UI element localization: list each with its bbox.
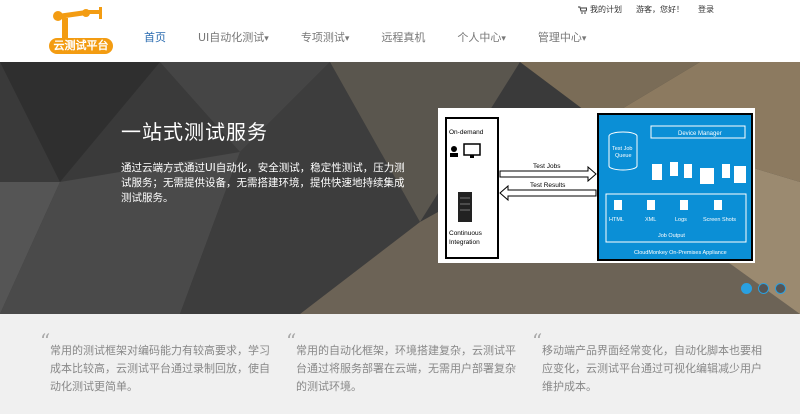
server-icon [458, 192, 472, 222]
cart-icon [578, 6, 587, 14]
nav-item-label: 远程真机 [381, 31, 426, 44]
quote-icon: “ [532, 329, 543, 353]
nav-item-personal-center[interactable]: 个人中心▾ [441, 26, 522, 50]
device-manager-label: Device Manager [678, 131, 722, 137]
nav-item-label: 个人中心 [457, 31, 502, 44]
quote-icon: “ [286, 329, 297, 353]
nav-item-label: 首页 [144, 31, 166, 44]
nav-item-special-testing[interactable]: 专项测试▾ [285, 26, 366, 50]
architecture-diagram: On-demand Continuous Integration Test Jo… [438, 108, 755, 263]
my-plan-link[interactable]: 我的计划 [578, 4, 622, 15]
cloud-test-architecture-diagram: On-demand Continuous Integration Test Jo… [445, 113, 753, 261]
output-html-label: HTML [609, 217, 624, 223]
integration-label: Integration [449, 239, 480, 246]
login-link[interactable]: 登录 [698, 4, 714, 15]
caret-down-icon: ▾ [264, 34, 269, 44]
hero-title: 一站式测试服务 [121, 120, 268, 144]
nav-item-home[interactable]: 首页 [128, 26, 182, 50]
features-section: “ 常用的测试框架对编码能力有较高要求，学习成本比较高，云测试平台通过录制回放，… [0, 314, 800, 414]
output-logs-label: Logs [675, 217, 687, 223]
feature-item: “ 常用的自动化框架，环境搭建复杂，云测试平台通过将服务部署在云端，无需用户部署… [286, 331, 526, 396]
test-results-label: Test Results [530, 182, 566, 189]
carousel-dot-1[interactable] [741, 283, 752, 294]
hero-description: 通过云端方式通过UI自动化，安全测试，稳定性测试，压力测试服务；无需提供设备，无… [121, 162, 405, 204]
feature-text: 常用的测试框架对编码能力有较高要求，学习成本比较高，云测试平台通过录制回放，使自… [50, 344, 270, 393]
my-plan-label: 我的计划 [590, 5, 622, 14]
document-icon [614, 200, 622, 210]
greeting-text: 游客，您好！ [636, 5, 684, 14]
user-icon [451, 146, 457, 152]
nav-item-ui-automation[interactable]: UI自动化测试▾ [182, 26, 285, 50]
top-header: 云测试平台 我的计划 游客，您好！ 登录 首页 UI自动化测试▾ 专项测试▾ 远… [0, 0, 800, 63]
on-demand-label: On-demand [449, 129, 484, 136]
nav-item-admin-center[interactable]: 管理中心▾ [522, 26, 603, 50]
feature-item: “ 移动端产品界面经常变化，自动化脚本也要相应变化，云测试平台通过可视化编辑减少… [532, 331, 772, 396]
nav-item-remote-device[interactable]: 远程真机 [365, 26, 441, 50]
device-icon [652, 164, 662, 180]
queue-label-2: Queue [615, 153, 632, 159]
carousel-indicators [741, 283, 786, 294]
feature-text: 常用的自动化框架，环境搭建复杂，云测试平台通过将服务部署在云端，无需用户部署复杂… [296, 344, 516, 393]
appliance-label: CloudMonkey On-Premises Appliance [634, 250, 727, 256]
carousel-dot-2[interactable] [758, 283, 769, 294]
nav-item-label: UI自动化测试 [198, 31, 265, 44]
main-nav: 首页 UI自动化测试▾ 专项测试▾ 远程真机 个人中心▾ 管理中心▾ [128, 26, 602, 50]
logo-text: 云测试平台 [49, 38, 113, 54]
nav-item-label: 专项测试 [300, 31, 345, 44]
queue-label-1: Test Job [612, 146, 632, 152]
output-xml-label: XML [645, 217, 656, 223]
caret-down-icon: ▾ [501, 34, 506, 44]
top-links: 我的计划 游客，您好！ 登录 [578, 4, 714, 15]
carousel-dot-3[interactable] [775, 283, 786, 294]
test-jobs-label: Test Jobs [533, 163, 561, 170]
nav-item-label: 管理中心 [537, 31, 582, 44]
output-screenshots-label: Screen Shots [703, 217, 736, 223]
feature-item: “ 常用的测试框架对编码能力有较高要求，学习成本比较高，云测试平台通过录制回放，… [40, 331, 280, 396]
caret-down-icon: ▾ [344, 34, 350, 44]
monitor-icon [463, 143, 481, 156]
quote-icon: “ [40, 329, 51, 353]
hero-banner: 一站式测试服务 通过云端方式通过UI自动化，安全测试，稳定性测试，压力测试服务；… [0, 62, 800, 314]
continuous-label: Continuous [449, 230, 483, 237]
job-output-label: Job Output [658, 233, 685, 239]
caret-down-icon: ▾ [581, 34, 587, 44]
feature-text: 移动端产品界面经常变化，自动化脚本也要相应变化，云测试平台通过可视化编辑减少用户… [542, 344, 762, 393]
